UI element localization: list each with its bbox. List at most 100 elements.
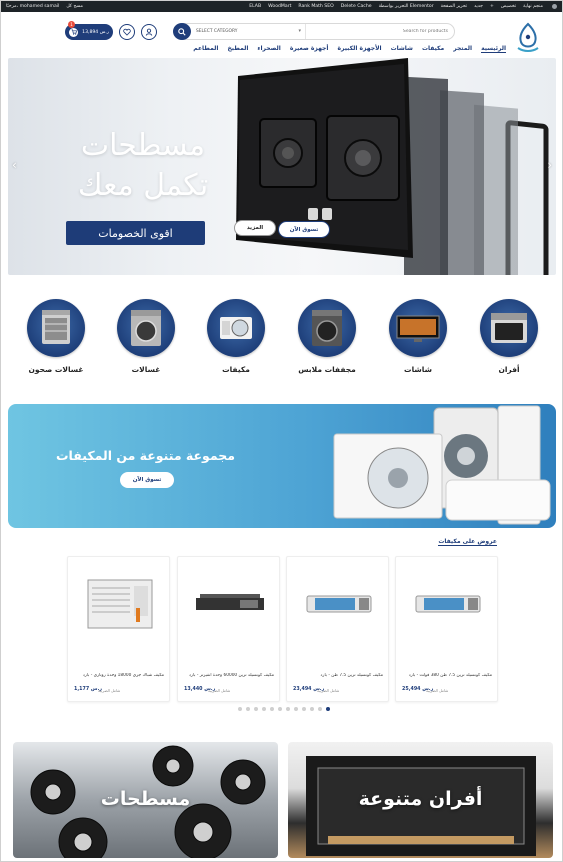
- product-card[interactable]: مكيف شباك جري 18000 وحدة روتاري - بارد 1…: [67, 556, 170, 702]
- admin-item-elementor[interactable]: التحرير بواسطة Elementor: [379, 4, 434, 9]
- category-label: مجففات ملابس: [298, 365, 356, 374]
- cart-icon: [69, 27, 78, 37]
- category-item-ac[interactable]: مكيفات: [201, 299, 271, 374]
- user-icon: [145, 28, 153, 36]
- air-conditioner-icon: [207, 299, 265, 357]
- promo-shop-button[interactable]: تسوق الآن: [120, 472, 174, 488]
- category-card-title: أفران متنوعة: [358, 788, 483, 810]
- admin-item-woodmart[interactable]: WoodMart: [268, 4, 291, 9]
- wishlist-button[interactable]: [119, 24, 135, 40]
- cart-count-badge: 1: [68, 21, 75, 28]
- category-item-dishwashers[interactable]: غسالات صحون: [21, 299, 91, 374]
- admin-clear-link[interactable]: مسح كل: [66, 4, 83, 9]
- washing-machine-icon: [117, 299, 175, 357]
- site-header: SELECT CATEGORY ▾ 13,894 ر.س 1 الرئيسية …: [1, 12, 562, 62]
- product-card[interactable]: مكيف كونسيلد ترين 7.5 طن - بارد 23,494 ر…: [286, 556, 389, 702]
- product-tax-note: شامل الضريبة: [98, 688, 121, 693]
- category-item-ovens[interactable]: أفران: [474, 299, 544, 374]
- slider-prev-icon[interactable]: ‹: [12, 158, 17, 172]
- nav-item-store[interactable]: المتجر: [453, 45, 472, 53]
- nav-item-screens[interactable]: شاشات: [391, 45, 413, 53]
- product-name[interactable]: مكيف كونسيلد ترين 60000 وحدة انفيرتر - ب…: [183, 673, 274, 678]
- nav-item-small-appliances[interactable]: أجهزة صغيرة: [290, 45, 329, 53]
- nav-item-large-appliances[interactable]: الأجهزة الكبيرة: [337, 45, 381, 53]
- heart-icon: [123, 28, 131, 36]
- category-card-ovens[interactable]: أفران متنوعة: [288, 742, 553, 858]
- account-button[interactable]: [141, 24, 157, 40]
- nav-item-ac[interactable]: مكيفات: [422, 45, 444, 53]
- carousel-dot[interactable]: [318, 707, 322, 711]
- carousel-dot[interactable]: [262, 707, 266, 711]
- carousel-dots: [238, 707, 330, 711]
- product-tax-note: شامل الضريبة: [208, 688, 231, 693]
- carousel-dot[interactable]: [246, 707, 250, 711]
- admin-user-link[interactable]: مرحبًا، mohamed samail: [6, 4, 59, 9]
- product-tax-note: شامل الضريبة: [317, 688, 340, 693]
- cart-total: 13,894 ر.س: [82, 29, 109, 35]
- category-item-screens[interactable]: شاشات: [383, 299, 453, 374]
- category-label: مكيفات: [222, 365, 250, 374]
- product-image: [402, 569, 493, 639]
- category-item-washers[interactable]: غسالات: [111, 299, 181, 374]
- hero-title-line1: مسطحات: [80, 128, 206, 163]
- product-image: [293, 569, 384, 639]
- dryer-icon: [298, 299, 356, 357]
- admin-item-site[interactable]: منجم نهاية: [523, 4, 543, 9]
- hero-shop-now-button[interactable]: تسوق الآن: [278, 221, 330, 238]
- hero-title-line2: تكمل معك: [77, 168, 209, 203]
- category-card-cooktops[interactable]: مسطحات: [13, 742, 278, 858]
- category-select[interactable]: SELECT CATEGORY ▾: [196, 24, 306, 39]
- hero-more-button[interactable]: المزيد: [234, 220, 276, 236]
- oven-icon: [480, 299, 538, 357]
- search-icon: [178, 27, 186, 36]
- category-item-dryers[interactable]: مجففات ملابس: [292, 299, 362, 374]
- carousel-dot[interactable]: [294, 707, 298, 711]
- search-input[interactable]: [318, 26, 448, 37]
- product-name[interactable]: مكيف كونسيلد ترين 7.5 طن 380 فولت - بارد: [401, 673, 492, 678]
- admin-item-edit-page[interactable]: تحرير الصفحة: [441, 4, 467, 9]
- carousel-dot[interactable]: [238, 707, 242, 711]
- product-image: [184, 569, 275, 639]
- slider-next-icon[interactable]: ›: [547, 158, 552, 172]
- category-row: أفران شاشات مجففات ملابس مكيفات غسالات غ…: [1, 299, 562, 389]
- admin-item-rankmath[interactable]: Rank Math SEO: [298, 4, 333, 9]
- offers-section-title[interactable]: عروض على مكيفات: [438, 538, 497, 546]
- carousel-dot[interactable]: [254, 707, 258, 711]
- product-card[interactable]: مكيف كونسيلد ترين 60000 وحدة انفيرتر - ب…: [177, 556, 280, 702]
- nav-item-restaurants[interactable]: المطاعم: [193, 45, 218, 53]
- chevron-down-icon: ▾: [298, 28, 301, 34]
- admin-item-new[interactable]: جديد: [474, 4, 483, 9]
- main-nav: الرئيسية المتجر مكيفات شاشات الأجهزة الك…: [193, 45, 506, 53]
- wordpress-icon[interactable]: [552, 4, 557, 9]
- site-logo[interactable]: [514, 22, 542, 54]
- carousel-dot[interactable]: [278, 707, 282, 711]
- search-button[interactable]: [173, 23, 191, 40]
- admin-item-plus[interactable]: +: [490, 4, 494, 9]
- carousel-dot[interactable]: [286, 707, 290, 711]
- category-card-title: مسطحات: [100, 788, 191, 810]
- product-name[interactable]: مكيف شباك جري 18000 وحدة روتاري - بارد: [73, 673, 164, 678]
- promo-title: مجموعة متنوعة من المكيفات: [56, 448, 236, 463]
- carousel-dot[interactable]: [310, 707, 314, 711]
- dishwasher-icon: [27, 299, 85, 357]
- admin-item-delete-cache[interactable]: Delete Cache: [341, 4, 372, 9]
- carousel-dot[interactable]: [270, 707, 274, 711]
- hero-slider: مسطحات تكمل معك اقوى الخصومات المزيد تسو…: [8, 58, 556, 275]
- category-label: شاشات: [404, 365, 432, 374]
- nav-item-home[interactable]: الرئيسية: [481, 45, 506, 53]
- hero-discount-banner: اقوى الخصومات: [66, 221, 205, 245]
- product-name[interactable]: مكيف كونسيلد ترين 7.5 طن - بارد: [292, 673, 383, 678]
- carousel-dot-active[interactable]: [326, 707, 330, 711]
- admin-bar: مرحبًا، mohamed samail مسح كل ELAB WoodM…: [1, 1, 562, 12]
- tv-icon: [389, 299, 447, 357]
- product-card[interactable]: مكيف كونسيلد ترين 7.5 طن 380 فولت - بارد…: [395, 556, 498, 702]
- product-image: [74, 569, 165, 639]
- admin-item-elab[interactable]: ELAB: [249, 4, 261, 9]
- carousel-dot[interactable]: [302, 707, 306, 711]
- nav-item-kitchen[interactable]: المطبخ: [227, 45, 248, 53]
- category-label: غسالات صحون: [28, 365, 84, 374]
- page: مرحبًا، mohamed samail مسح كل ELAB WoodM…: [0, 0, 563, 862]
- admin-item-customize[interactable]: تخصيص: [501, 4, 516, 9]
- category-select-label: SELECT CATEGORY: [196, 29, 238, 34]
- nav-item-desert[interactable]: الصحراء: [257, 45, 280, 53]
